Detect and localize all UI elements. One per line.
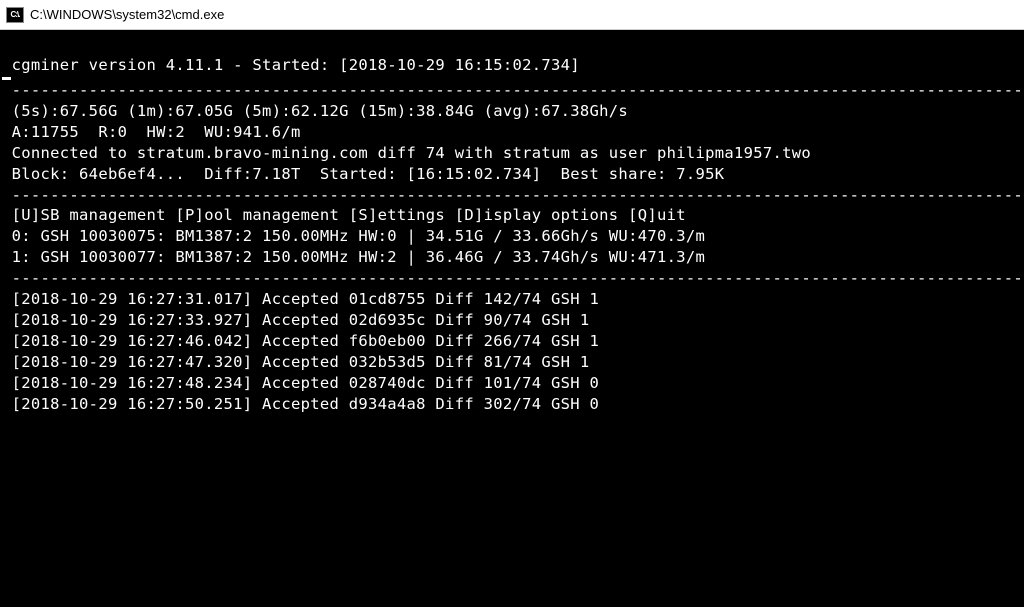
log-line: [2018-10-29 16:27:33.927] Accepted 02d69… bbox=[2, 311, 590, 329]
text-cursor bbox=[2, 77, 11, 80]
separator: ----------------------------------------… bbox=[2, 269, 1024, 287]
window-title: C:\WINDOWS\system32\cmd.exe bbox=[30, 7, 224, 22]
accepted-line: A:11755 R:0 HW:2 WU:941.6/m bbox=[2, 123, 301, 141]
console-output[interactable]: cgminer version 4.11.1 - Started: [2018-… bbox=[0, 30, 1024, 607]
log-line: [2018-10-29 16:27:31.017] Accepted 01cd8… bbox=[2, 290, 599, 308]
cmd-icon-label: C:\. bbox=[11, 11, 20, 19]
titlebar[interactable]: C:\. C:\WINDOWS\system32\cmd.exe bbox=[0, 0, 1024, 30]
log-line: [2018-10-29 16:27:47.320] Accepted 032b5… bbox=[2, 353, 590, 371]
device-line: 0: GSH 10030075: BM1387:2 150.00MHz HW:0… bbox=[2, 227, 705, 245]
separator: ----------------------------------------… bbox=[2, 81, 1024, 99]
cmd-icon: C:\. bbox=[6, 7, 24, 23]
hashrate-line: (5s):67.56G (1m):67.05G (5m):62.12G (15m… bbox=[2, 102, 628, 120]
version-line: cgminer version 4.11.1 - Started: [2018-… bbox=[2, 56, 580, 74]
connection-line: Connected to stratum.bravo-mining.com di… bbox=[2, 144, 811, 162]
log-line: [2018-10-29 16:27:46.042] Accepted f6b0e… bbox=[2, 332, 599, 350]
cmd-window: C:\. C:\WINDOWS\system32\cmd.exe cgminer… bbox=[0, 0, 1024, 607]
menu-line[interactable]: [U]SB management [P]ool management [S]et… bbox=[2, 206, 686, 224]
log-line: [2018-10-29 16:27:48.234] Accepted 02874… bbox=[2, 374, 599, 392]
log-line: [2018-10-29 16:27:50.251] Accepted d934a… bbox=[2, 395, 599, 413]
block-line: Block: 64eb6ef4... Diff:7.18T Started: [… bbox=[2, 165, 724, 183]
separator: ----------------------------------------… bbox=[2, 186, 1024, 204]
device-line: 1: GSH 10030077: BM1387:2 150.00MHz HW:2… bbox=[2, 248, 705, 266]
